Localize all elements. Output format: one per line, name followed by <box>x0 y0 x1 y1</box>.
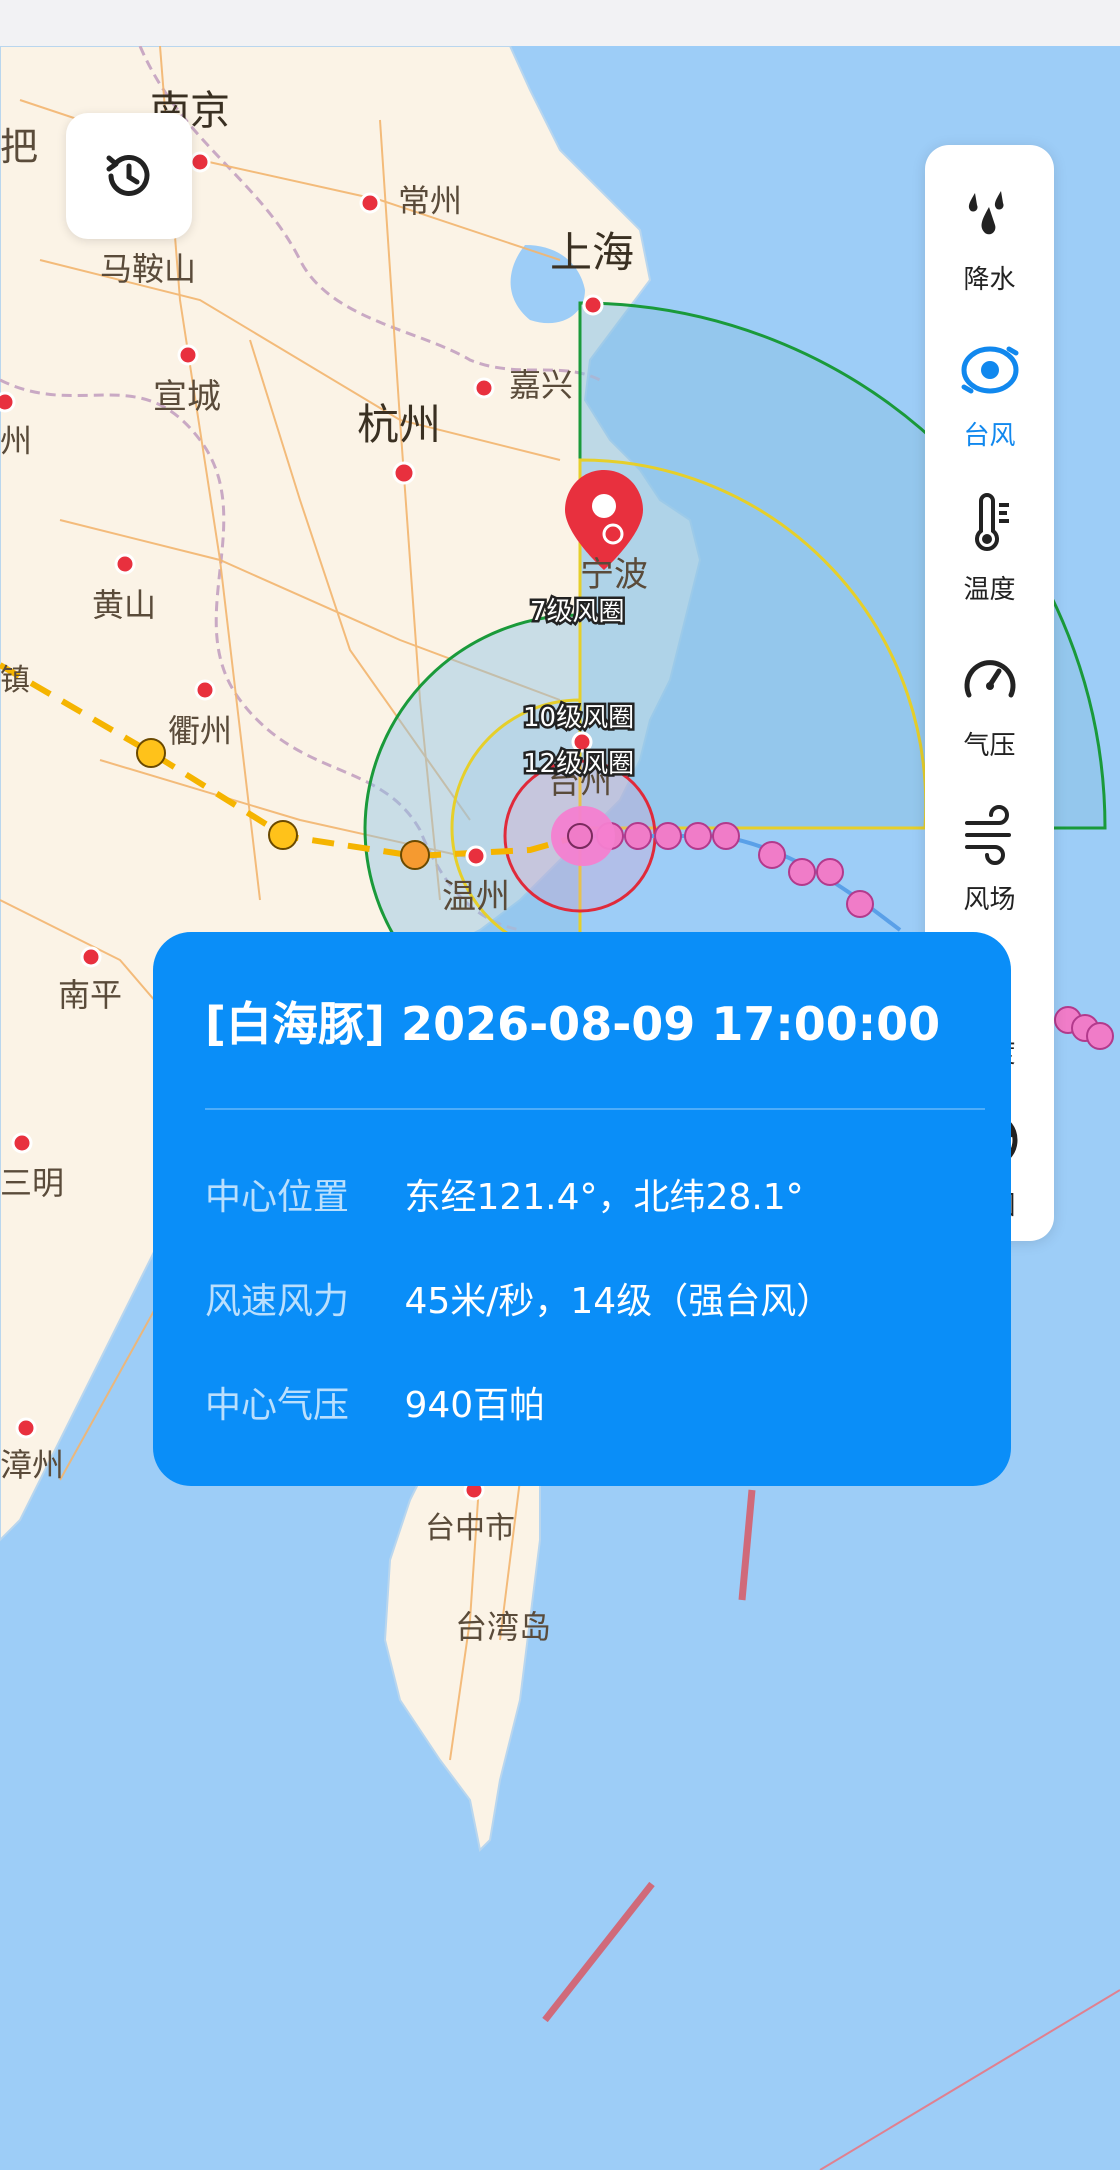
center-position-key: 中心位置 <box>205 1177 350 1218</box>
city-label: 南平 <box>58 976 122 1014</box>
wind-circle-label-7: 7级风圈 <box>530 597 625 627</box>
city-label: 把 <box>0 125 38 169</box>
typhoon-title: [白海豚] 2026-08-09 17:00:00 <box>205 997 941 1051</box>
status-bar <box>0 0 1120 46</box>
layer-item-rain[interactable]: 降水 <box>925 169 1054 309</box>
wind-speed-value: 45米/秒，14级（强台风） <box>404 1281 833 1322</box>
city-label: 衢州 <box>168 712 232 750</box>
center-position-row: 中心位置 东经121.4°，北纬28.1° <box>205 1168 804 1220</box>
city-label: 州 <box>0 422 32 460</box>
thermometer-icon <box>975 493 1009 551</box>
center-pressure-value: 940百帕 <box>404 1385 546 1426</box>
center-pressure-row: 中心气压 940百帕 <box>205 1376 545 1428</box>
city-label: 杭州 <box>357 400 441 449</box>
city-label: 镇 <box>0 663 30 698</box>
wind-speed-key: 风速风力 <box>205 1281 350 1322</box>
wind-circle-label-10: 10级风圈 <box>523 703 634 733</box>
center-position-value: 东经121.4°，北纬28.1° <box>404 1177 804 1218</box>
rain-drops-icon <box>968 191 1004 235</box>
city-label: 嘉兴 <box>509 366 573 404</box>
history-button[interactable] <box>66 113 192 239</box>
layer-item-pressure[interactable]: 气压 <box>925 635 1054 775</box>
city-label: 漳州 <box>0 1446 64 1484</box>
card-divider <box>205 1108 985 1110</box>
wind-icon <box>965 805 1011 865</box>
wind-speed-row: 风速风力 45米/秒，14级（强台风） <box>205 1272 832 1324</box>
city-label: 宣城 <box>153 377 221 417</box>
city-label: 台湾岛 <box>455 1608 551 1646</box>
center-pressure-key: 中心气压 <box>205 1385 350 1426</box>
typhoon-icon <box>961 346 1019 394</box>
city-label: 常州 <box>398 182 462 220</box>
typhoon-center-icon[interactable] <box>551 806 615 866</box>
typhoon-info-card[interactable]: [白海豚] 2026-08-09 17:00:00 中心位置 东经121.4°，… <box>153 932 1011 1486</box>
city-label: 马鞍山 <box>100 250 196 288</box>
layer-label: 温度 <box>963 575 1016 605</box>
layer-label: 气压 <box>963 731 1016 761</box>
city-label: 三明 <box>0 1164 64 1202</box>
layer-label: 台风 <box>963 421 1016 451</box>
city-label: 上海 <box>550 228 634 277</box>
history-icon <box>106 154 150 196</box>
layer-label: 风场 <box>963 885 1016 915</box>
city-label: 黄山 <box>92 586 156 624</box>
wind-circle-label-12: 12级风圈 <box>523 749 634 779</box>
layer-item-typhoon[interactable]: 台风 <box>925 325 1054 465</box>
city-label: 温州 <box>442 877 510 917</box>
layer-label: 降水 <box>963 265 1016 295</box>
city-label: 台中市 <box>425 1511 515 1546</box>
layer-item-temperature[interactable]: 温度 <box>925 479 1054 619</box>
layer-item-wind[interactable]: 风场 <box>925 789 1054 929</box>
gauge-icon <box>964 660 1016 698</box>
city-label: 宁波 <box>580 555 648 595</box>
